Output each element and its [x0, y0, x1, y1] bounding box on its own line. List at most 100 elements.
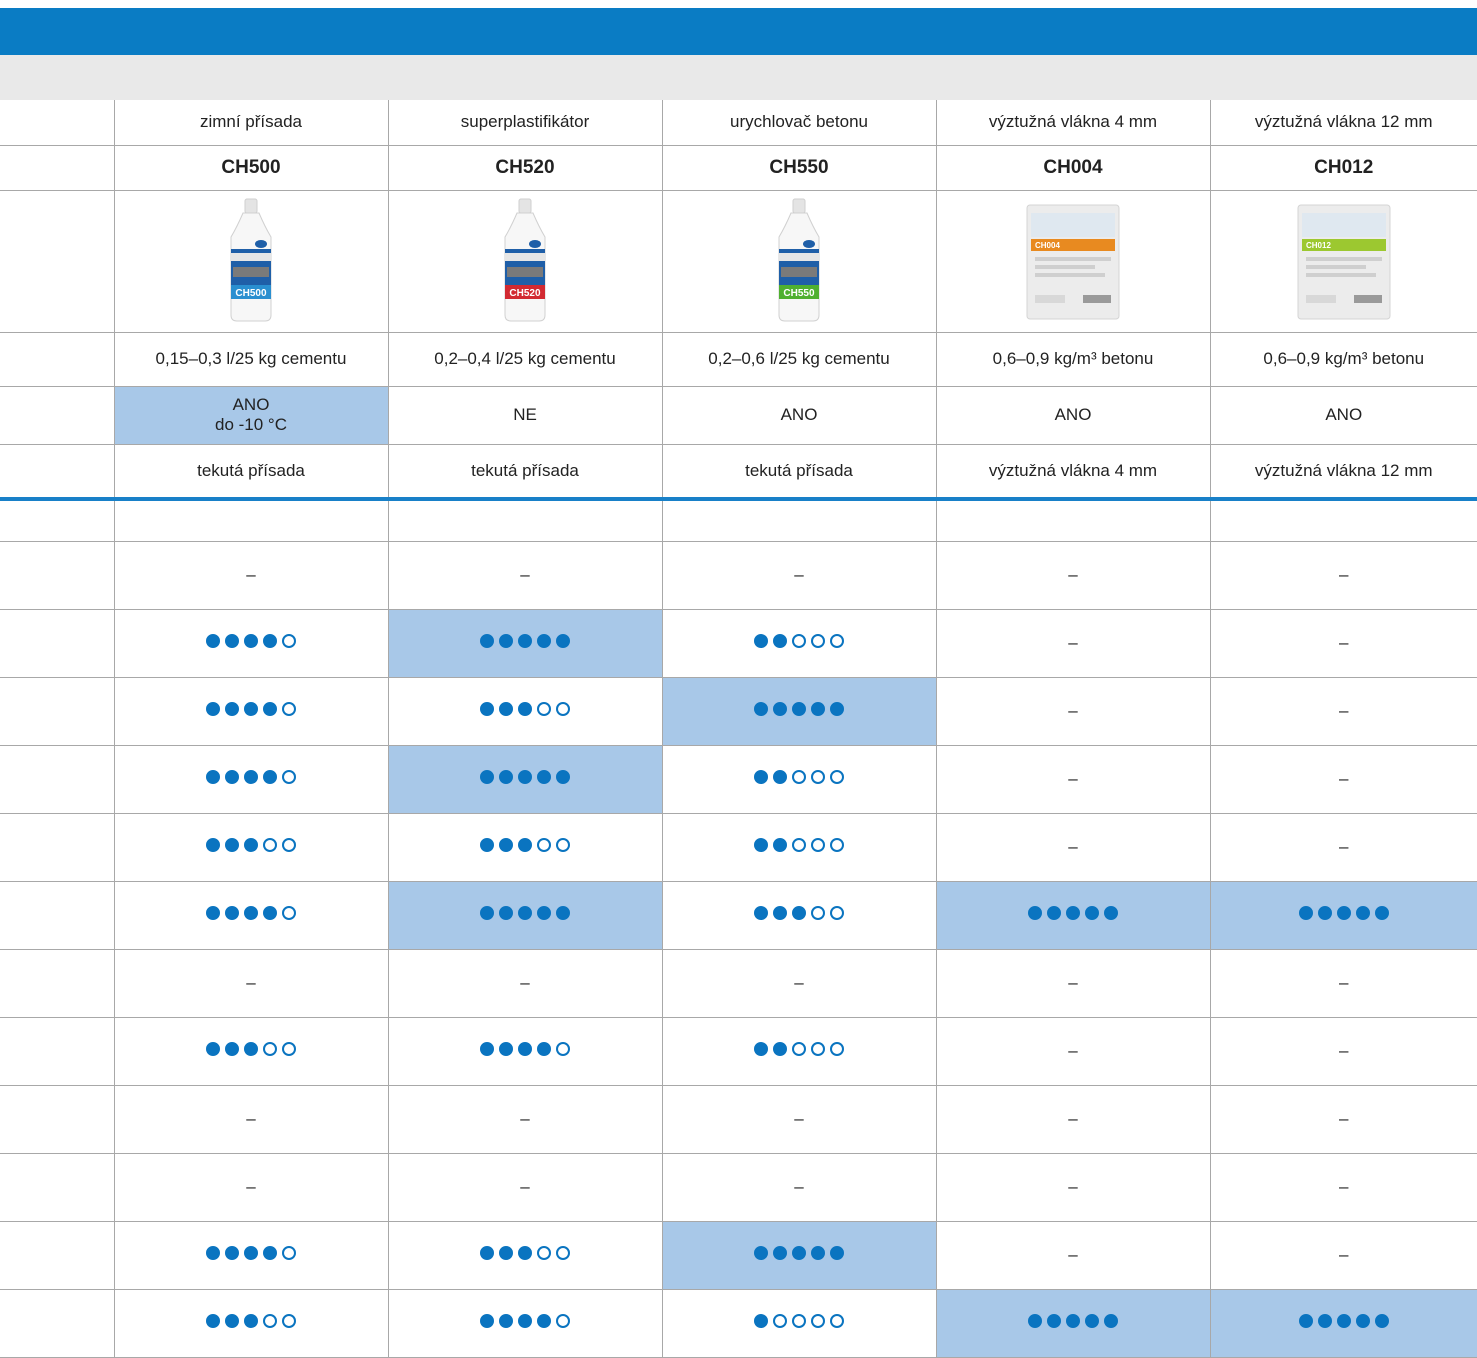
rating-cell	[662, 1221, 937, 1290]
rating-cell	[662, 609, 937, 678]
rating-dots	[480, 634, 570, 648]
form-cell: výztužná vlákna 4 mm	[936, 444, 1211, 501]
form-cell: tekutá přísada	[388, 444, 663, 501]
rating-cell	[388, 1017, 663, 1086]
form-text: výztužná vlákna 12 mm	[1254, 460, 1433, 480]
row-label-cell	[0, 1017, 115, 1086]
empty-dot-icon	[537, 838, 551, 852]
row-label-cell	[0, 745, 115, 814]
form-text: výztužná vlákna 4 mm	[988, 460, 1158, 480]
filled-dot-icon	[518, 1246, 532, 1260]
filled-dot-icon	[499, 1314, 513, 1328]
filled-dot-icon	[244, 702, 258, 716]
rating-cell: –	[936, 1221, 1211, 1290]
rating-dots	[206, 906, 296, 920]
row-label-cell	[0, 499, 115, 542]
code-cell: CH012	[1210, 145, 1477, 191]
rating-cell	[662, 1289, 937, 1358]
rating-row: – –	[0, 1017, 1477, 1086]
rating-cell: –	[662, 541, 937, 610]
rating-cell	[936, 499, 1211, 542]
row-label-cell	[0, 1221, 115, 1290]
rating-dots	[754, 838, 844, 852]
filled-dot-icon	[754, 1246, 768, 1260]
rating-dots	[480, 770, 570, 784]
rating-cell	[114, 813, 389, 882]
frost-value: do -10 °C	[214, 415, 287, 434]
filled-dot-icon	[518, 838, 532, 852]
row-label-cell	[0, 677, 115, 746]
row-label-cell	[0, 1085, 115, 1154]
rating-cell: –	[936, 949, 1211, 1018]
rating-cell: –	[388, 949, 663, 1018]
filled-dot-icon	[244, 770, 258, 784]
filled-dot-icon	[206, 634, 220, 648]
rating-cell	[388, 1221, 663, 1290]
row-label-cell	[0, 145, 115, 191]
dosage-row: 0,15–0,3 l/25 kg cementu 0,2–0,4 l/25 kg …	[0, 332, 1477, 387]
rating-dots	[206, 1314, 296, 1328]
image-cell: CH004	[936, 190, 1211, 333]
product-category: zimní přísada	[199, 112, 303, 132]
empty-dot-icon	[792, 838, 806, 852]
filled-dot-icon	[1066, 906, 1080, 920]
filled-dot-icon	[1047, 906, 1061, 920]
dosage-text: 0,6–0,9 kg/m³ betonu	[992, 349, 1154, 368]
rating-dots	[754, 1042, 844, 1056]
filled-dot-icon	[518, 1042, 532, 1056]
not-applicable: –	[1068, 973, 1078, 992]
rating-cell	[388, 745, 663, 814]
rating-cell: –	[936, 745, 1211, 814]
image-cell: CH520	[388, 190, 663, 333]
row-label-cell	[0, 444, 115, 501]
rating-dots	[754, 906, 844, 920]
empty-dot-icon	[282, 1042, 296, 1056]
not-applicable: –	[794, 565, 804, 584]
rating-cell	[114, 1289, 389, 1358]
category-cell: zimní přísada	[114, 100, 389, 146]
product-code: CH012	[1314, 156, 1374, 178]
rating-cell: –	[936, 541, 1211, 610]
filled-dot-icon	[1047, 1314, 1061, 1328]
rating-row	[0, 499, 1477, 542]
filled-dot-icon	[480, 838, 494, 852]
empty-dot-icon	[830, 634, 844, 648]
fiber-bag-icon: CH012	[1297, 204, 1391, 320]
filled-dot-icon	[754, 838, 768, 852]
filled-dot-icon	[1104, 906, 1118, 920]
filled-dot-icon	[811, 702, 825, 716]
svg-text:CH012: CH012	[1306, 241, 1331, 250]
form-cell: výztužná vlákna 12 mm	[1210, 444, 1477, 501]
empty-dot-icon	[282, 1246, 296, 1260]
filled-dot-icon	[518, 906, 532, 920]
dosage-cell: 0,2–0,4 l/25 kg cementu	[388, 332, 663, 387]
rating-cell	[662, 745, 937, 814]
filled-dot-icon	[773, 1246, 787, 1260]
rating-cell	[388, 881, 663, 950]
empty-dot-icon	[830, 1042, 844, 1056]
rating-row: – –	[0, 677, 1477, 746]
filled-dot-icon	[1028, 906, 1042, 920]
filled-dot-icon	[263, 702, 277, 716]
frost-cell: ANO	[1210, 386, 1477, 445]
filled-dot-icon	[499, 702, 513, 716]
filled-dot-icon	[518, 634, 532, 648]
rating-cell	[388, 499, 663, 542]
not-applicable: –	[1068, 633, 1078, 652]
empty-dot-icon	[556, 1314, 570, 1328]
filled-dot-icon	[754, 702, 768, 716]
filled-dot-icon	[792, 702, 806, 716]
rating-cell	[114, 677, 389, 746]
empty-dot-icon	[811, 1042, 825, 1056]
filled-dot-icon	[206, 702, 220, 716]
filled-dot-icon	[537, 1314, 551, 1328]
rating-row: – –	[0, 745, 1477, 814]
not-applicable: –	[520, 973, 530, 992]
rating-cell	[388, 813, 663, 882]
filled-dot-icon	[206, 906, 220, 920]
not-applicable: –	[1068, 1109, 1078, 1128]
empty-dot-icon	[811, 770, 825, 784]
not-applicable: –	[1339, 701, 1349, 720]
code-cell: CH004	[936, 145, 1211, 191]
filled-dot-icon	[263, 1246, 277, 1260]
